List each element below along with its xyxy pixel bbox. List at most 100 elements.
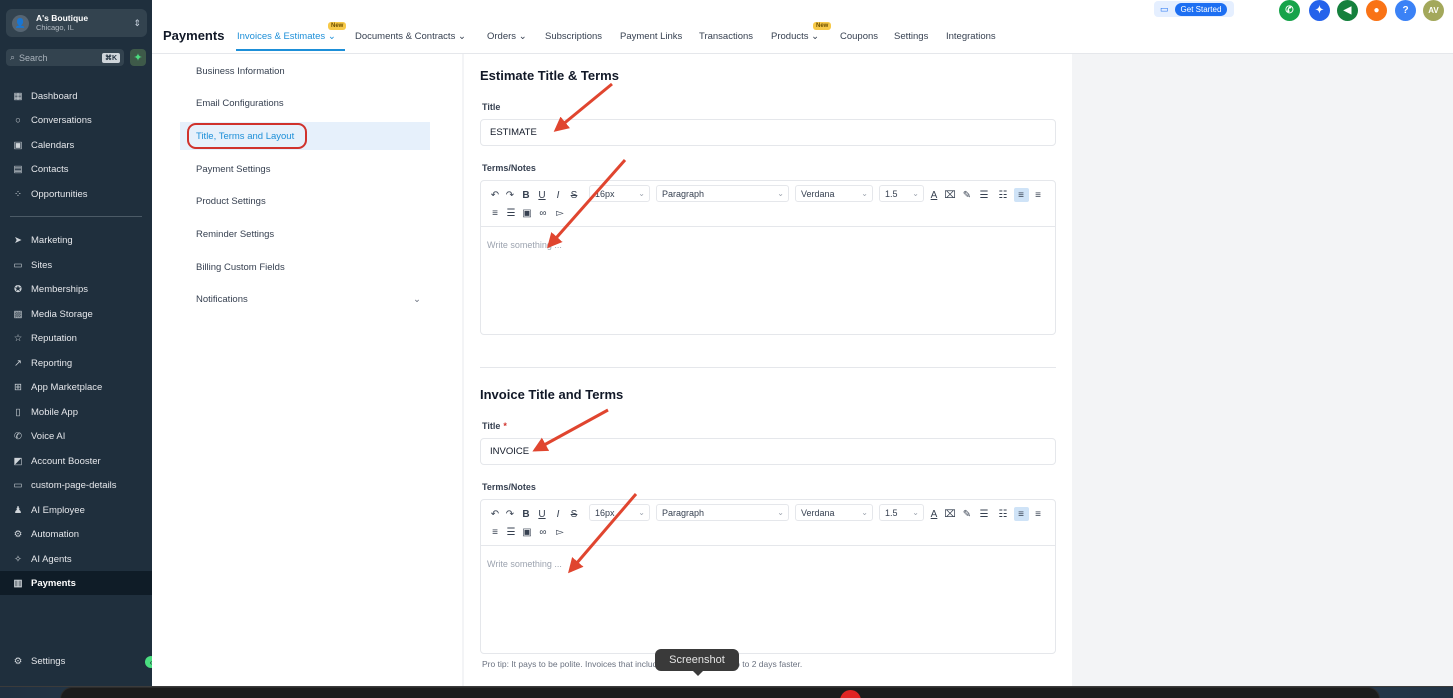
align-justify-icon[interactable]: ☰ [505,525,517,539]
estimate-terms-editor[interactable]: ↶ ↷ B U I S 16px ⌄ Paragraph ⌄ Verdana ⌄ 1.… [480,180,1056,335]
underline-icon[interactable]: U [536,507,548,521]
chevron-down-icon: ⌄ [861,508,868,517]
undo-icon[interactable]: ↶ [489,507,501,521]
sidebar-item-dashboard[interactable]: ▦ Dashboard [0,84,152,108]
sidebar-item-reporting[interactable]: ↗ Reporting [0,351,152,375]
menu-product-settings[interactable]: Product Settings [196,196,266,207]
sidebar-item-opportunities[interactable]: ⁘ Opportunities [0,182,152,206]
sidebar-item-reputation[interactable]: ☆ Reputation [0,326,152,350]
sidebar-item-settings[interactable]: ⚙ Settings [0,649,152,673]
align-left-icon[interactable]: ≡ [1015,507,1027,521]
phone-call-icon[interactable]: ✆ [1279,0,1300,21]
menu-email-configurations[interactable]: Email Configurations [196,98,284,109]
sidebar-item-conversations[interactable]: ○ Conversations [0,108,152,132]
user-avatar[interactable]: AV [1423,0,1444,21]
get-started-button[interactable]: Get Started [1174,2,1228,16]
link-icon[interactable]: ∞ [537,525,549,539]
link-icon[interactable]: ∞ [537,206,549,220]
sidebar-item-calendars[interactable]: ▣ Calendars [0,133,152,157]
clear-format-icon[interactable]: ⌧ [944,507,956,521]
sidebar-item-marketing[interactable]: ➤ Marketing [0,228,152,252]
tab-orders[interactable]: Orders ⌄ [487,31,527,42]
search-shortcut: ⌘K [101,52,120,63]
chevron-down-icon[interactable]: ⌄ [413,294,421,305]
tab-subscriptions[interactable]: Subscriptions [545,31,602,42]
text-color-icon[interactable]: A [928,507,940,521]
tab-coupons[interactable]: Coupons [840,31,878,42]
align-right-icon[interactable]: ≡ [489,525,501,539]
estimate-title-input[interactable]: ESTIMATE [480,119,1056,146]
align-right-icon[interactable]: ≡ [489,206,501,220]
tab-documents-contracts[interactable]: Documents & Contracts ⌄ [355,31,466,42]
bullet-list-icon[interactable]: ☰ [978,188,990,202]
tab-products[interactable]: Products ⌄ [771,31,819,42]
redo-icon[interactable]: ↷ [504,188,516,202]
font-size-select[interactable]: 16px ⌄ [589,185,650,202]
sidebar-item-account-booster[interactable]: ◩ Account Booster [0,449,152,473]
block-format-select[interactable]: Paragraph ⌄ [656,185,789,202]
sidebar-item-automation[interactable]: ⚙ Automation [0,522,152,546]
tab-payment-links[interactable]: Payment Links [620,31,682,42]
sidebar-item-custom-page-details[interactable]: ▭ custom-page-details [0,473,152,497]
line-height-select[interactable]: 1.5 ⌄ [879,185,924,202]
sidebar-item-memberships[interactable]: ✪ Memberships [0,277,152,301]
strikethrough-icon[interactable]: S [568,507,580,521]
italic-icon[interactable]: I [552,188,564,202]
font-family-select[interactable]: Verdana ⌄ [795,504,873,521]
sidebar-item-media-storage[interactable]: ▨ Media Storage [0,302,152,326]
sidebar-item-voice-ai[interactable]: ✆ Voice AI [0,424,152,448]
menu-business-information[interactable]: Business Information [196,66,285,77]
invoice-title-input[interactable]: INVOICE [480,438,1056,465]
strikethrough-icon[interactable]: S [568,188,580,202]
sidebar-item-payments[interactable]: ▥ Payments [0,571,152,595]
sidebar-item-sites[interactable]: ▭ Sites [0,253,152,277]
highlight-icon[interactable]: ✎ [961,507,973,521]
bold-icon[interactable]: B [520,507,532,521]
video-icon[interactable]: ▻ [554,525,566,539]
italic-icon[interactable]: I [552,507,564,521]
menu-reminder-settings[interactable]: Reminder Settings [196,229,274,240]
underline-icon[interactable]: U [536,188,548,202]
help-icon[interactable]: ? [1395,0,1416,21]
tab-integrations[interactable]: Integrations [946,31,996,42]
tab-transactions[interactable]: Transactions [699,31,753,42]
bold-icon[interactable]: B [520,188,532,202]
location-switcher[interactable]: 👤 A's Boutique Chicago, IL ⇕ [6,9,147,37]
sidebar-item-contacts[interactable]: ▤ Contacts [0,157,152,181]
sidebar-item-ai-employee[interactable]: ♟ AI Employee [0,498,152,522]
align-justify-icon[interactable]: ☰ [505,206,517,220]
numbered-list-icon[interactable]: ☷ [997,188,1009,202]
clear-format-icon[interactable]: ⌧ [944,188,956,202]
menu-billing-custom-fields[interactable]: Billing Custom Fields [196,262,285,273]
bullet-list-icon[interactable]: ☰ [978,507,990,521]
image-icon[interactable]: ▣ [521,525,533,539]
font-size-select[interactable]: 16px ⌄ [589,504,650,521]
invoice-terms-editor[interactable]: ↶ ↷ B U I S 16px ⌄ Paragraph ⌄ Verdana ⌄ 1.… [480,499,1056,654]
sidebar-item-ai-agents[interactable]: ✧ AI Agents [0,547,152,571]
align-center-icon[interactable]: ≡ [1032,507,1044,521]
get-started-widget[interactable]: ▭ Get Started [1154,1,1234,17]
sidebar-item-app-marketplace[interactable]: ⊞ App Marketplace [0,375,152,399]
quick-action-sparkle-icon[interactable]: ✦ [130,49,146,66]
font-family-select[interactable]: Verdana ⌄ [795,185,873,202]
highlight-icon[interactable]: ✎ [961,188,973,202]
tab-invoices-estimates[interactable]: Invoices & Estimates ⌄ [237,31,336,42]
megaphone-icon[interactable]: ◀ [1337,0,1358,21]
align-left-icon[interactable]: ≡ [1015,188,1027,202]
undo-icon[interactable]: ↶ [489,188,501,202]
magic-wand-icon[interactable]: ✦ [1309,0,1330,21]
text-color-icon[interactable]: A [928,188,940,202]
sidebar-search[interactable]: ⌕ Search ⌘K [6,49,124,66]
block-format-select[interactable]: Paragraph ⌄ [656,504,789,521]
align-center-icon[interactable]: ≡ [1032,188,1044,202]
tab-settings[interactable]: Settings [894,31,928,42]
image-icon[interactable]: ▣ [521,206,533,220]
line-height-select[interactable]: 1.5 ⌄ [879,504,924,521]
menu-notifications[interactable]: Notifications [196,294,248,305]
sidebar-item-mobile-app[interactable]: ▯ Mobile App [0,400,152,424]
numbered-list-icon[interactable]: ☷ [997,507,1009,521]
menu-payment-settings[interactable]: Payment Settings [196,164,270,175]
video-icon[interactable]: ▻ [554,206,566,220]
bell-icon[interactable]: ● [1366,0,1387,21]
redo-icon[interactable]: ↷ [504,507,516,521]
